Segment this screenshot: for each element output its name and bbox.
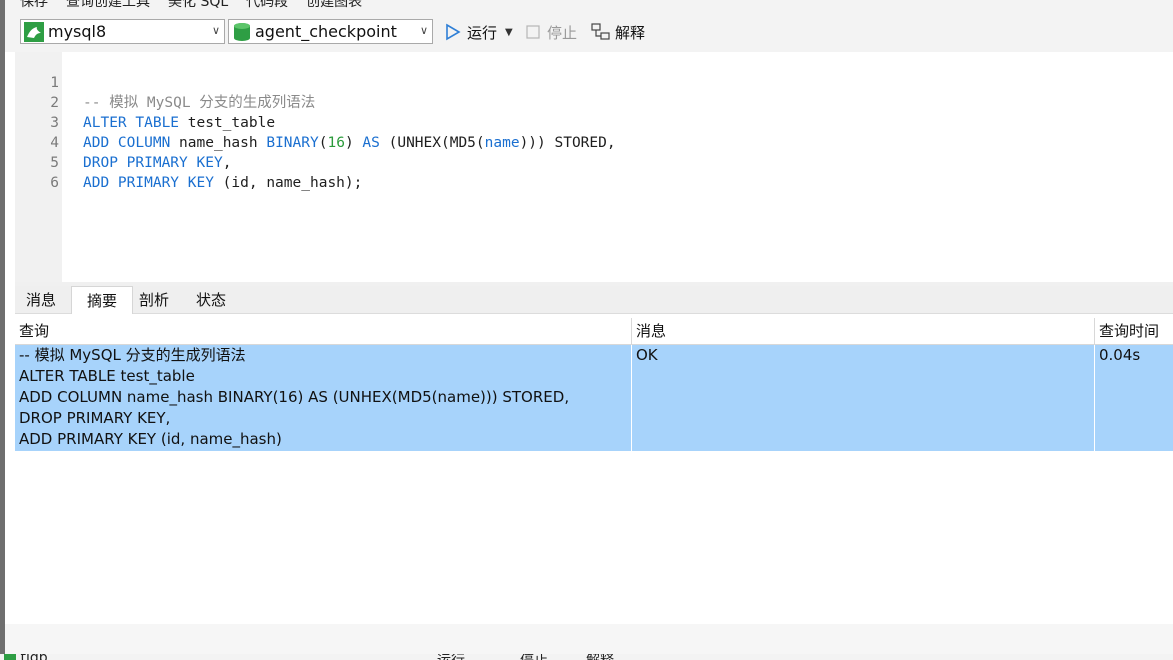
editor-line: 1 -- 模拟 MySQL 分支的生成列语法 xyxy=(15,53,1173,111)
column-header-query[interactable]: 查询 xyxy=(15,318,632,344)
query-line: DROP PRIMARY KEY, xyxy=(19,409,171,427)
tidb-connection-select[interactable]: tidb xyxy=(4,654,48,660)
bottom-explain-button[interactable]: 解释 xyxy=(586,654,614,660)
bottom-run-button[interactable]: 运行 xyxy=(437,654,465,660)
tidb-connection-icon xyxy=(4,654,16,660)
database-select[interactable]: agent_checkpoint ∨ xyxy=(228,19,433,44)
query-line: ADD PRIMARY KEY (id, name_hash) xyxy=(19,430,282,448)
cell-query-time[interactable]: 0.04s xyxy=(1095,345,1173,451)
sql-editor[interactable]: 1 -- 模拟 MySQL 分支的生成列语法 2 ALTER TABLE tes… xyxy=(15,52,1173,282)
summary-grid: 查询 消息 查询时间 -- 模拟 MySQL 分支的生成列语法 ALTER TA… xyxy=(15,318,1173,624)
stop-label: 停止 xyxy=(547,23,578,42)
run-label: 运行 xyxy=(467,23,498,42)
explain-button[interactable]: 解释 xyxy=(591,21,645,43)
bottom-toolbar-cut: tidb 运行 停止 解释 xyxy=(0,654,1173,660)
beautify-sql-button[interactable]: 美化 SQL xyxy=(168,0,228,10)
cell-message[interactable]: OK xyxy=(632,345,1095,451)
query-line: -- 模拟 MySQL 分支的生成列语法 xyxy=(19,346,246,364)
tab-profile[interactable]: 剖析 xyxy=(133,286,175,314)
database-name: agent_checkpoint xyxy=(255,22,397,41)
chevron-down-icon: ∨ xyxy=(419,24,428,37)
run-dropdown-icon[interactable]: ▼ xyxy=(505,27,513,38)
column-header-message[interactable]: 消息 xyxy=(632,318,1095,344)
snippet-button[interactable]: 代码段 xyxy=(246,0,288,10)
bottom-blank-area xyxy=(5,624,1173,654)
code-token: (id, name_hash); xyxy=(213,175,363,191)
mysql-connection-icon xyxy=(24,21,44,42)
editor-line: 3 ADD COLUMN name_hash BINARY(16) AS (UN… xyxy=(15,93,1173,151)
bottom-stop-button[interactable]: 停止 xyxy=(520,654,548,660)
window-left-edge xyxy=(0,0,5,660)
line-code: ADD PRIMARY KEY (id, name_hash); xyxy=(83,173,362,193)
stop-icon xyxy=(526,25,540,39)
tab-summary[interactable]: 摘要 xyxy=(71,286,133,314)
tab-status[interactable]: 状态 xyxy=(189,286,233,314)
connection-name: mysql8 xyxy=(48,22,107,41)
query-toolbar: mysql8 ∨ agent_checkpoint ∨ 运行 ▼ 停止 解释 xyxy=(5,10,1173,52)
query-builder-button[interactable]: 查询创建工具 xyxy=(66,0,150,10)
stop-button[interactable]: 停止 xyxy=(525,21,577,43)
query-line: ADD COLUMN name_hash BINARY(16) AS (UNHE… xyxy=(19,388,570,406)
tab-messages[interactable]: 消息 xyxy=(15,286,67,314)
column-header-query-time[interactable]: 查询时间 xyxy=(1095,318,1173,344)
explain-label: 解释 xyxy=(615,23,646,42)
save-button[interactable]: 保存 xyxy=(20,0,48,10)
query-time-text: 0.04s xyxy=(1099,346,1141,364)
editor-line: 2 ALTER TABLE test_table xyxy=(15,73,1173,131)
editor-line: 5 ADD PRIMARY KEY (id, name_hash); xyxy=(15,133,1173,191)
top-toolbar-cut: 保存 查询创建工具 美化 SQL 代码段 创建图表 xyxy=(5,0,1173,10)
table-row[interactable]: -- 模拟 MySQL 分支的生成列语法 ALTER TABLE test_ta… xyxy=(15,345,1173,451)
play-icon xyxy=(446,23,461,41)
line-number: 6 xyxy=(50,175,59,191)
explain-icon xyxy=(591,23,610,40)
connection-select[interactable]: mysql8 ∨ xyxy=(20,19,225,44)
tidb-connection-name: tidb xyxy=(20,654,47,660)
result-tabs: 消息 摘要 剖析 状态 xyxy=(15,286,1173,314)
editor-line: 4 DROP PRIMARY KEY, xyxy=(15,113,1173,171)
create-chart-button[interactable]: 创建图表 xyxy=(306,0,362,10)
database-icon xyxy=(234,22,250,41)
run-button[interactable]: 运行 ▼ xyxy=(445,21,513,43)
query-line: ALTER TABLE test_table xyxy=(19,367,195,385)
editor-line: 6 xyxy=(15,153,1173,191)
cell-query[interactable]: -- 模拟 MySQL 分支的生成列语法 ALTER TABLE test_ta… xyxy=(15,345,632,451)
message-text: OK xyxy=(636,346,658,364)
chevron-down-icon: ∨ xyxy=(211,24,220,37)
code-token: ADD PRIMARY KEY xyxy=(83,175,214,191)
